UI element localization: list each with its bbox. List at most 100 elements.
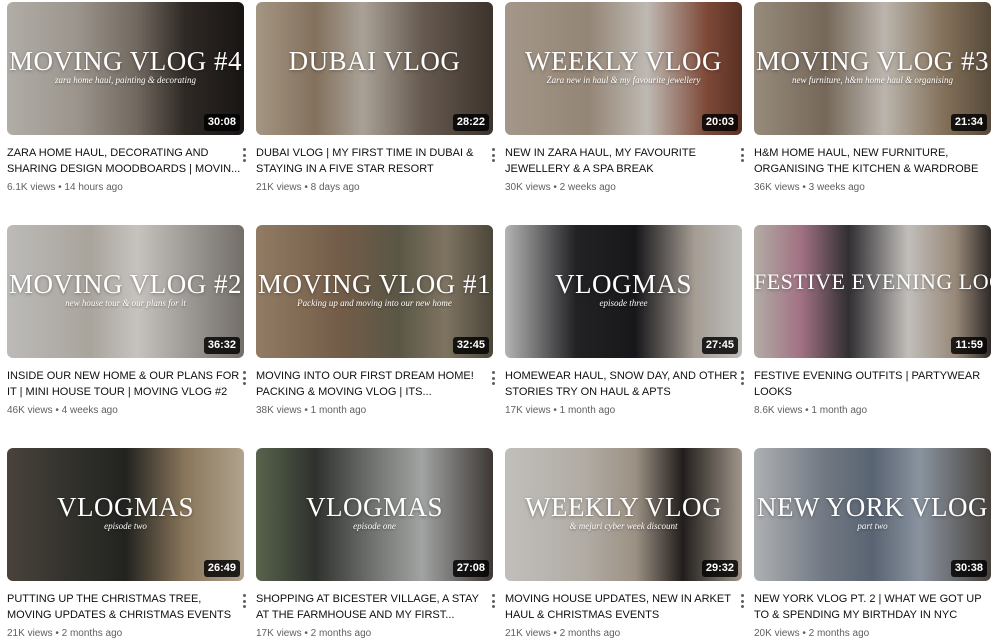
thumbnail-subtitle-text: Packing up and moving into our new home xyxy=(297,298,452,308)
more-options-icon[interactable] xyxy=(487,592,499,610)
meta-separator: • xyxy=(799,628,809,639)
menu-dot xyxy=(491,376,495,380)
view-count: 46K views xyxy=(7,405,53,416)
view-count: 8.6K views xyxy=(754,405,803,416)
video-thumbnail[interactable]: MOVING VLOG #3 new furniture, h&m home ha… xyxy=(754,2,991,135)
duration-badge: 32:45 xyxy=(452,337,489,354)
video-title[interactable]: NEW IN ZARA HAUL, MY FAVOURITE JEWELLERY… xyxy=(505,145,742,177)
upload-age: 3 weeks ago xyxy=(808,182,865,193)
menu-dot xyxy=(491,605,495,608)
menu-dot xyxy=(740,599,744,603)
video-title[interactable]: PUTTING UP THE CHRISTMAS TREE, MOVING UP… xyxy=(7,591,244,623)
menu-dot xyxy=(740,376,744,380)
menu-dot xyxy=(491,148,495,151)
thumbnail-title-text: MOVING VLOG #2 xyxy=(9,269,242,299)
video-card[interactable]: DUBAI VLOG 28:22 DUBAI VLOG | MY FIRST TIM… xyxy=(256,2,495,195)
meta-separator: • xyxy=(301,182,311,193)
video-thumbnail[interactable]: MOVING VLOG #1 Packing up and moving into… xyxy=(256,225,493,358)
menu-dot xyxy=(242,376,246,380)
video-card[interactable]: MOVING VLOG #4 zara home haul, painting &… xyxy=(7,2,246,195)
video-thumbnail[interactable]: MOVING VLOG #4 zara home haul, painting &… xyxy=(7,2,244,135)
video-thumbnail[interactable]: VLOGMAS episode three 27:45 xyxy=(505,225,742,358)
upload-age: 4 weeks ago xyxy=(61,405,118,416)
more-options-icon[interactable] xyxy=(238,369,250,387)
video-title[interactable]: MOVING HOUSE UPDATES, NEW IN ARKET HAUL … xyxy=(505,591,742,623)
video-title[interactable]: HOMEWEAR HAUL, SNOW DAY, AND OTHER STORI… xyxy=(505,368,742,400)
more-options-icon[interactable] xyxy=(487,146,499,164)
upload-age: 14 hours ago xyxy=(64,182,123,193)
video-title[interactable]: MOVING INTO OUR FIRST DREAM HOME! PACKIN… xyxy=(256,368,493,400)
menu-dot xyxy=(491,371,495,374)
menu-dot xyxy=(242,159,246,162)
video-meta: 36K views • 3 weeks ago xyxy=(754,181,991,195)
upload-age: 2 months ago xyxy=(310,628,372,639)
menu-dot xyxy=(242,382,246,385)
video-card[interactable]: MOVING VLOG #2 new house tour & our plans… xyxy=(7,225,246,418)
menu-dot xyxy=(740,382,744,385)
meta-separator: • xyxy=(52,628,62,639)
thumbnail-title-text: VLOGMAS xyxy=(305,492,443,522)
menu-dot xyxy=(740,148,744,151)
upload-age: 8 days ago xyxy=(310,182,360,193)
thumbnail-subtitle-text: new house tour & our plans for it xyxy=(65,298,186,308)
video-meta: 46K views • 4 weeks ago xyxy=(7,404,244,418)
video-card[interactable]: MOVING VLOG #3 new furniture, h&m home ha… xyxy=(754,2,991,195)
more-options-icon[interactable] xyxy=(736,369,748,387)
video-title[interactable]: FESTIVE EVENING OUTFITS | PARTYWEAR LOOK… xyxy=(754,368,991,400)
video-card[interactable]: VLOGMAS episode one 27:08 SHOPPING AT BICES… xyxy=(256,448,495,641)
video-title[interactable]: SHOPPING AT BICESTER VILLAGE, A STAY AT … xyxy=(256,591,493,623)
video-thumbnail[interactable]: WEEKLY VLOG Zara new in haul & my favouri… xyxy=(505,2,742,135)
video-thumbnail[interactable]: DUBAI VLOG 28:22 xyxy=(256,2,493,135)
video-title[interactable]: DUBAI VLOG | MY FIRST TIME IN DUBAI & ST… xyxy=(256,145,493,177)
video-card[interactable]: NEW YORK VLOG part two 30:38 NEW YORK VLOG … xyxy=(754,448,991,641)
video-card[interactable]: WEEKLY VLOG Zara new in haul & my favouri… xyxy=(505,2,744,195)
video-card[interactable]: VLOGMAS episode two 26:49 PUTTING UP THE CH… xyxy=(7,448,246,641)
video-title[interactable]: INSIDE OUR NEW HOME & OUR PLANS FOR IT |… xyxy=(7,368,244,400)
more-options-icon[interactable] xyxy=(736,592,748,610)
video-thumbnail[interactable]: FESTIVE EVENING LOOKS 11:59 xyxy=(754,225,991,358)
video-thumbnail[interactable]: MOVING VLOG #2 new house tour & our plans… xyxy=(7,225,244,358)
video-card[interactable]: FESTIVE EVENING LOOKS11:59 FESTIVE EVENIN… xyxy=(754,225,991,418)
video-thumbnail[interactable]: VLOGMAS episode one 27:08 xyxy=(256,448,493,581)
video-card[interactable]: WEEKLY VLOG & mejuri cyber week discount 2… xyxy=(505,448,744,641)
duration-badge: 20:03 xyxy=(701,114,738,131)
video-meta: 17K views • 2 months ago xyxy=(256,627,493,641)
menu-dot xyxy=(242,153,246,157)
thumbnail-subtitle-text: part two xyxy=(857,521,888,531)
menu-dot xyxy=(242,594,246,597)
view-count: 21K views xyxy=(7,628,53,639)
video-card[interactable]: MOVING VLOG #1 Packing up and moving into… xyxy=(256,225,495,418)
video-card[interactable]: VLOGMAS episode three 27:45 HOMEWEAR HAUL, … xyxy=(505,225,744,418)
video-meta: 38K views • 1 month ago xyxy=(256,404,493,418)
menu-dot xyxy=(491,382,495,385)
video-title[interactable]: ZARA HOME HAUL, DECORATING AND SHARING D… xyxy=(7,145,244,177)
video-meta: 30K views • 2 weeks ago xyxy=(505,181,742,195)
meta-separator: • xyxy=(550,628,560,639)
video-title[interactable]: NEW YORK VLOG PT. 2 | WHAT WE GOT UP TO … xyxy=(754,591,991,623)
more-options-icon[interactable] xyxy=(736,146,748,164)
menu-dot xyxy=(740,594,744,597)
duration-badge: 27:45 xyxy=(701,337,738,354)
thumbnail-subtitle-text: zara home haul, painting & decorating xyxy=(55,75,196,85)
more-options-icon[interactable] xyxy=(487,369,499,387)
view-count: 17K views xyxy=(256,628,302,639)
more-options-icon[interactable] xyxy=(238,592,250,610)
duration-badge: 30:08 xyxy=(203,114,240,131)
meta-separator: • xyxy=(301,405,311,416)
video-title[interactable]: H&M HOME HAUL, NEW FURNITURE, ORGANISING… xyxy=(754,145,991,177)
thumbnail-title-text: VLOGMAS xyxy=(56,492,194,522)
more-options-icon[interactable] xyxy=(238,146,250,164)
thumbnail-title-text: WEEKLY VLOG xyxy=(524,46,722,76)
video-thumbnail[interactable]: VLOGMAS episode two 26:49 xyxy=(7,448,244,581)
view-count: 17K views xyxy=(505,405,551,416)
video-thumbnail[interactable]: NEW YORK VLOG part two 30:38 xyxy=(754,448,991,581)
duration-badge: 26:49 xyxy=(203,560,240,577)
view-count: 21K views xyxy=(505,628,551,639)
menu-dot xyxy=(740,159,744,162)
view-count: 36K views xyxy=(754,182,800,193)
thumbnail-subtitle-text: episode three xyxy=(599,298,648,308)
meta-separator: • xyxy=(52,405,62,416)
meta-separator: • xyxy=(301,628,311,639)
menu-dot xyxy=(242,371,246,374)
video-thumbnail[interactable]: WEEKLY VLOG & mejuri cyber week discount 2… xyxy=(505,448,742,581)
